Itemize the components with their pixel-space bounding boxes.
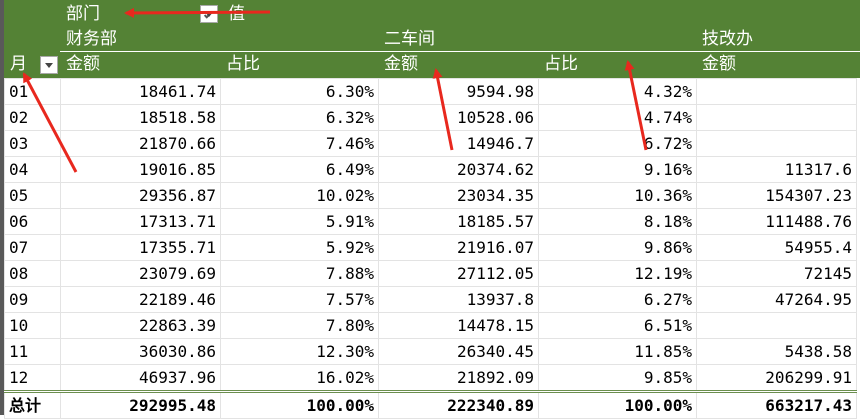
- annotation-overlay: [22, 7, 648, 173]
- arrow-to-share-icon: [624, 60, 648, 151]
- arrow-to-department-icon: [124, 7, 271, 18]
- arrow-to-month-icon: [22, 72, 78, 173]
- arrow-to-amount-icon: [432, 68, 454, 151]
